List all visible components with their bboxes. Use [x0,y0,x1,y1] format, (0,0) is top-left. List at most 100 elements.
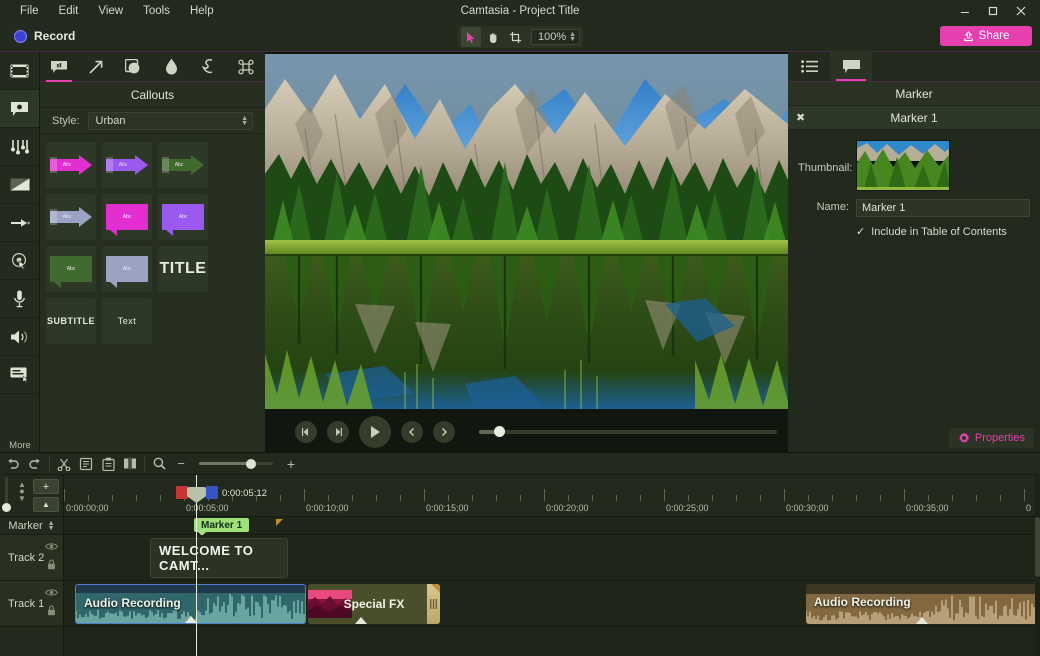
eye-icon[interactable] [45,588,58,597]
toc-checkbox-row[interactable]: ✓ Include in Table of Contents [856,225,1030,238]
marker-thumbnail[interactable] [856,140,950,191]
previous-marker-button[interactable] [401,421,423,443]
copy-button[interactable] [75,454,97,474]
title-clip[interactable]: WELCOME TO CAMT... [150,538,288,578]
callout-thumb-3[interactable]: Abc [46,194,96,240]
marker-flag-mini[interactable] [276,519,283,526]
sidebar-item-annotations[interactable] [0,90,39,128]
clip-audio-handle[interactable] [916,617,928,624]
tab-arrow[interactable] [78,52,116,82]
record-button[interactable]: Record [8,27,81,45]
sidebar-item-audio-effects[interactable] [0,318,39,356]
lock-icon[interactable] [47,559,56,570]
canvas-zoom-select[interactable]: 100% ▲▼ [531,29,580,45]
tab-marker[interactable] [830,51,872,81]
tab-callout-bubble[interactable] [40,52,78,82]
cut-button[interactable] [53,454,75,474]
callout-thumb-4[interactable]: Abc [102,194,152,240]
timeline-track-1[interactable]: Audio RecordingSpecial FXAudio Recording [64,581,1040,627]
clip-grip-icon[interactable] [430,599,437,609]
crop-tool-icon[interactable] [505,27,525,47]
track-header-track-2[interactable]: Track 2 [0,535,63,581]
audio-recording-clip-1[interactable]: Audio Recording [75,584,306,624]
previous-frame-button[interactable] [295,421,317,443]
undo-button[interactable] [2,454,24,474]
style-dropdown[interactable]: Urban ▲▼ [88,112,253,130]
marker-track-spinner-icon[interactable]: ▲▼ [48,521,55,531]
timeline-track-2[interactable]: WELCOME TO CAMT... [64,535,1040,581]
next-frame-button[interactable] [327,421,349,443]
callout-thumb-9[interactable]: SUBTITLE [46,298,96,344]
out-point-handle[interactable] [206,486,218,499]
lock-icon[interactable] [47,605,56,616]
tab-blur[interactable] [153,52,191,82]
minimize-button[interactable] [952,1,978,21]
menu-tools[interactable]: Tools [133,2,180,20]
eye-icon[interactable] [45,542,58,551]
callout-thumb-6[interactable]: Abc [46,246,96,292]
tab-keystroke[interactable] [228,52,266,82]
canvas-wrapper[interactable] [265,53,788,409]
timeline-vertical-scrollbar[interactable] [1035,475,1040,656]
audio-recording-clip-2[interactable]: Audio Recording [806,584,1038,624]
hand-pan-tool-icon[interactable] [483,27,503,47]
sidebar-item-cursor-effects[interactable] [0,242,39,280]
close-button[interactable] [1008,1,1034,21]
playback-scrubber[interactable] [479,430,777,434]
checkbox-checked-icon[interactable]: ✓ [856,225,865,238]
properties-button[interactable]: Properties [949,428,1034,448]
share-button[interactable]: Share [940,26,1032,46]
tab-table-of-contents[interactable] [788,51,830,81]
close-marker-icon[interactable]: ✖ [796,111,805,124]
callout-thumb-7[interactable]: Abc [102,246,152,292]
add-marker-button[interactable]: + [33,479,59,494]
callout-thumb-1[interactable]: Abc [102,142,152,188]
clip-audio-handle[interactable] [355,617,367,624]
special-fx-clip[interactable]: Special FX [308,584,440,624]
zoom-spinner-icon[interactable]: ▲▼ [569,32,576,42]
tab-shape[interactable] [115,52,153,82]
sidebar-item-media[interactable] [0,52,39,90]
marker-track[interactable]: Marker 1 [64,517,1040,535]
level-meter-handle[interactable] [2,503,11,512]
split-button[interactable] [119,454,141,474]
menu-file[interactable]: File [10,2,49,20]
menu-view[interactable]: View [88,2,133,20]
maximize-button[interactable] [980,1,1006,21]
callout-thumb-8[interactable]: TITLE [158,246,208,292]
sidebar-more-label[interactable]: More [0,438,40,452]
clip-audio-handle[interactable] [185,616,197,623]
menu-edit[interactable]: Edit [49,2,89,20]
paste-button[interactable] [97,454,119,474]
audio-gain-spinner-icon[interactable]: ▲●▼ [18,481,26,502]
video-canvas[interactable] [265,54,788,409]
next-marker-button[interactable] [433,421,455,443]
play-button[interactable] [359,416,391,448]
menu-help[interactable]: Help [180,2,224,20]
callout-thumb-2[interactable]: Abc [158,142,208,188]
tab-sketch-motion[interactable] [190,52,228,82]
zoom-to-fit-button[interactable] [148,454,170,474]
track-header-track-1[interactable]: Track 1 [0,581,63,627]
sidebar-item-voice-narration[interactable] [0,280,39,318]
marker-list-item[interactable]: ✖ Marker 1 [788,106,1040,130]
redo-button[interactable] [24,454,46,474]
sidebar-item-transitions[interactable] [0,166,39,204]
timeline-zoom-handle[interactable] [246,459,256,469]
sidebar-item-captions[interactable] [0,356,39,394]
timeline-zoom-out-button[interactable]: − [170,454,192,474]
scrollbar-thumb[interactable] [1035,517,1040,577]
scrubber-handle[interactable] [494,426,505,437]
sidebar-item-behaviors[interactable] [0,128,39,166]
timeline-tracks-area[interactable]: 0:00:00;000:00:05;000:00:10;000:00:15;00… [64,475,1040,656]
in-point-handle[interactable] [176,486,188,499]
marker-name-input[interactable] [856,199,1030,217]
callout-thumb-10[interactable]: Text [102,298,152,344]
timeline-zoom-in-button[interactable]: + [280,454,302,474]
marker-flag-1[interactable]: Marker 1 [194,518,249,532]
sidebar-item-animations[interactable] [0,204,39,242]
callout-thumb-5[interactable]: Abc [158,194,208,240]
cursor-select-tool-icon[interactable] [461,27,481,47]
collapse-markers-button[interactable]: ▲ [33,497,59,512]
timeline-zoom-slider[interactable] [199,462,273,465]
